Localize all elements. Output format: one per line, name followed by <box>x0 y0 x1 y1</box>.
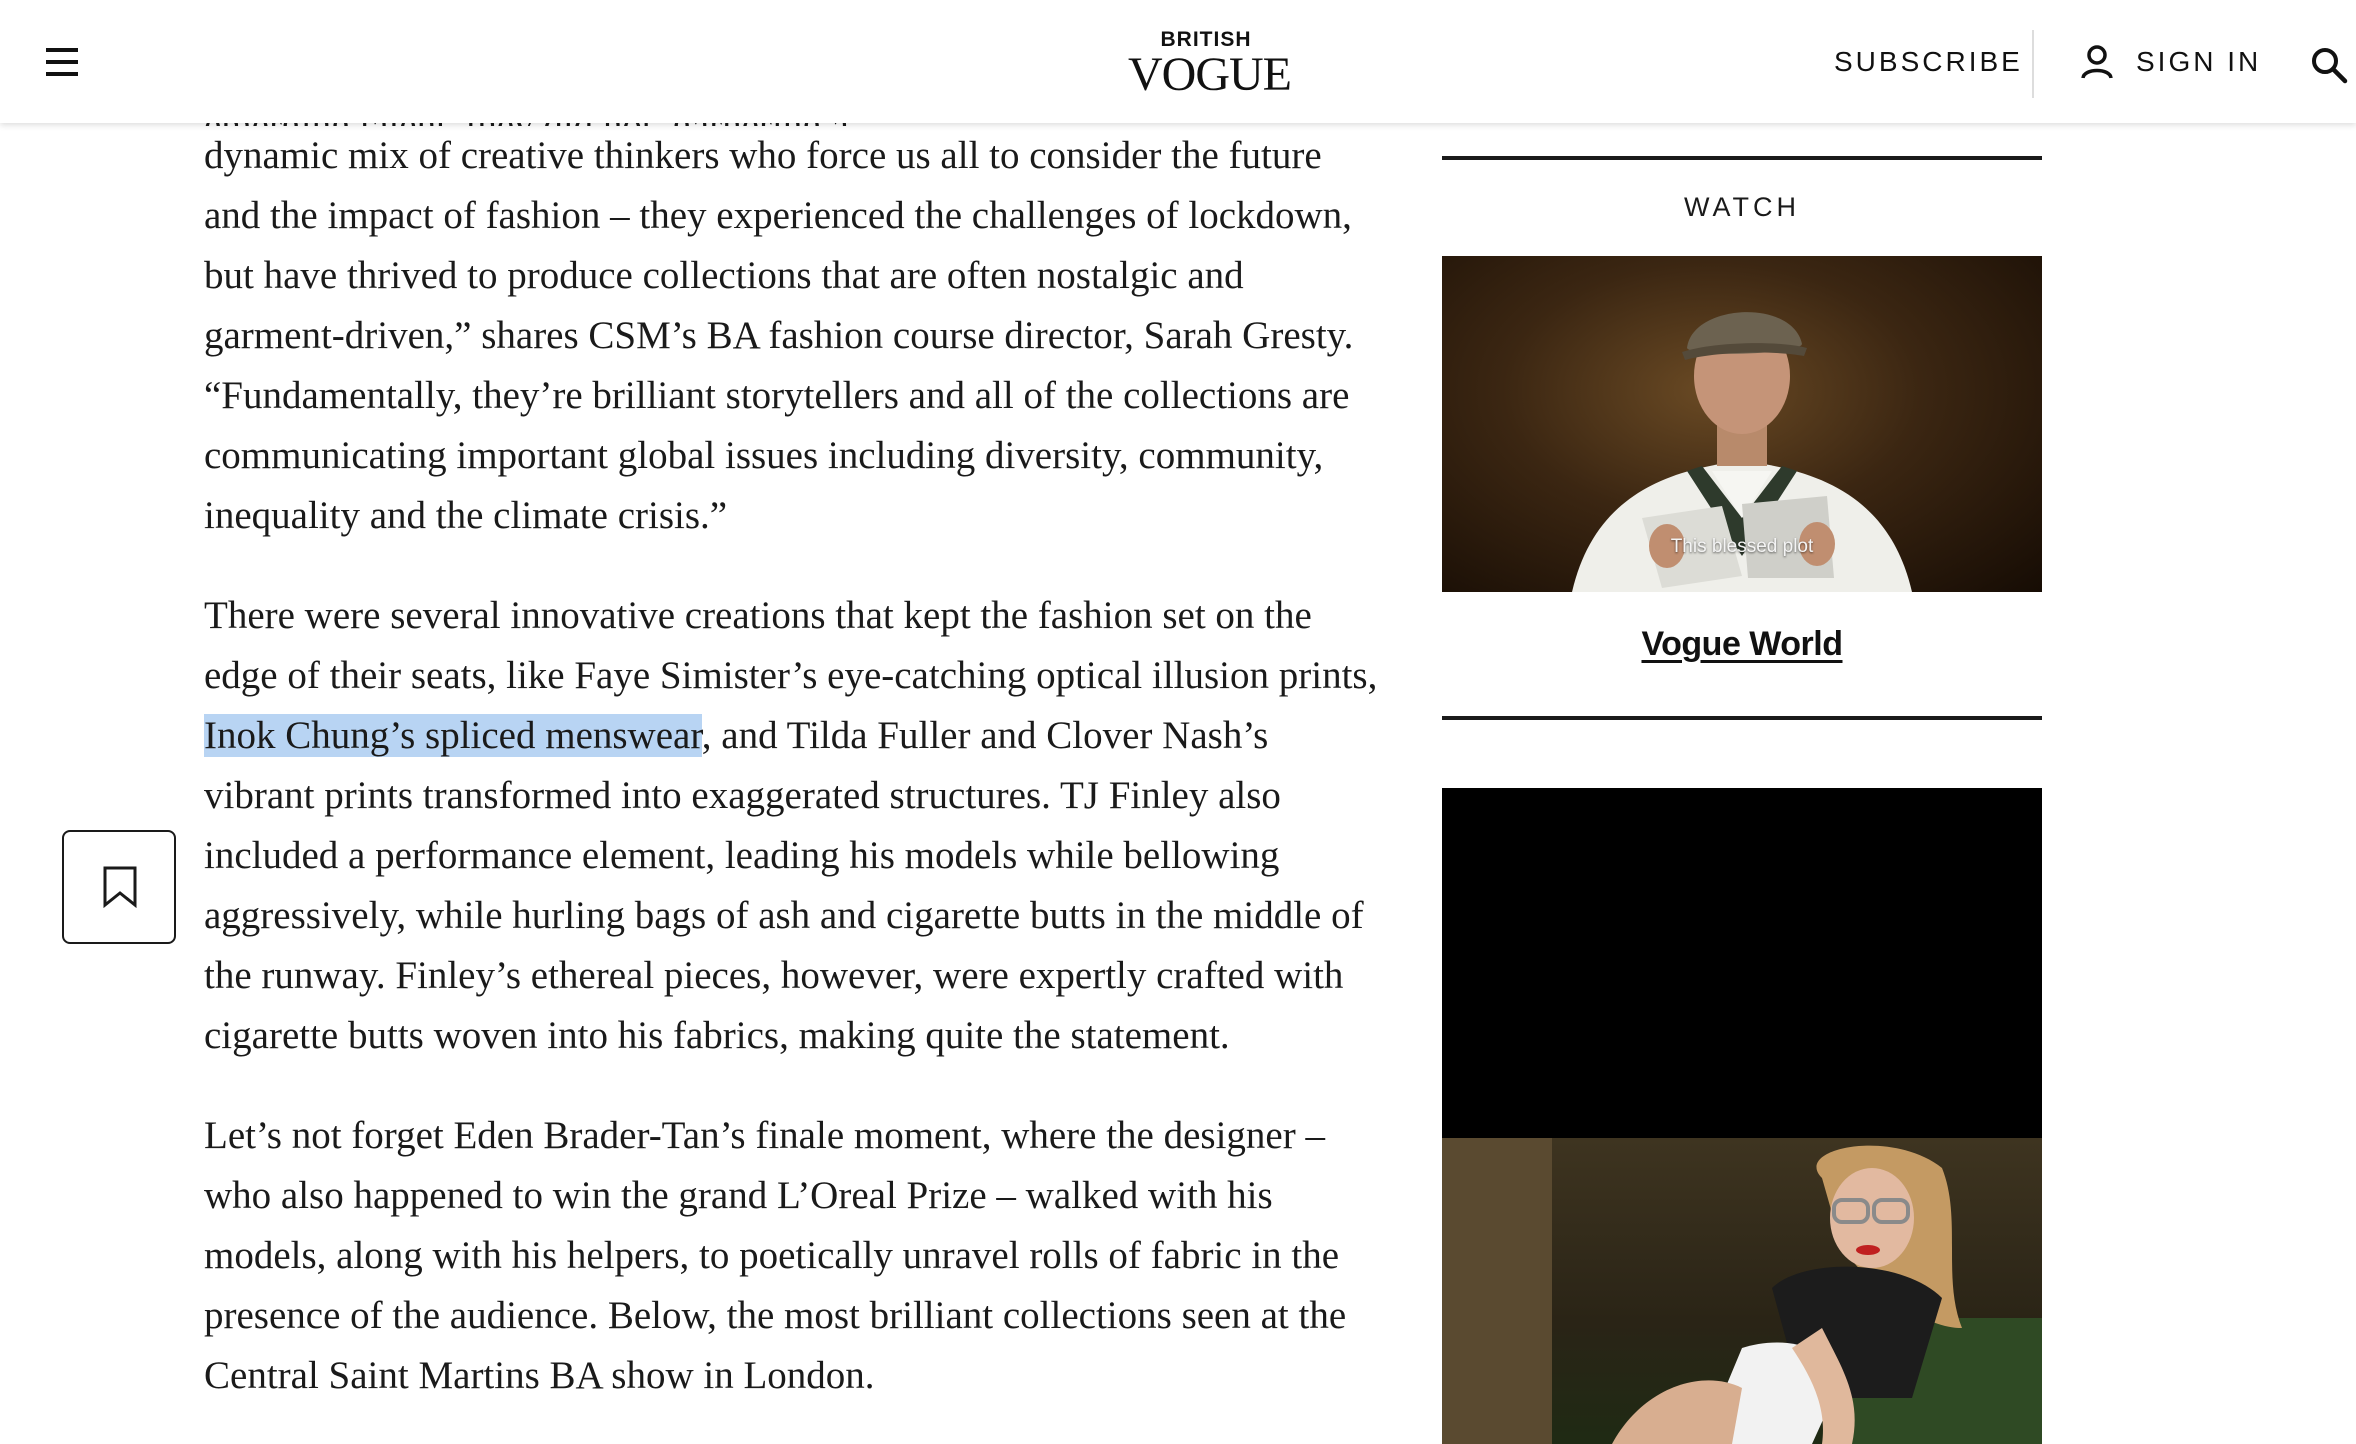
article-paragraph-2-rest: , and Tilda Fuller and Clover Nash’s vib… <box>204 714 1364 1057</box>
save-bookmark-button[interactable] <box>62 830 176 944</box>
brand-logo[interactable]: BRITISH VOGUE <box>1128 28 1292 101</box>
article-paragraph-2: There were several innovative creations … <box>204 586 1384 1066</box>
sidebar-bottom-rule <box>1442 716 2042 720</box>
user-icon <box>2081 45 2113 79</box>
sign-in-label: SIGN IN <box>2136 46 2262 77</box>
brand-name: VOGUE <box>1128 48 1292 101</box>
watch-label: WATCH <box>1684 192 1800 222</box>
inok-chung-link[interactable]: Inok Chung’s spliced menswear <box>204 714 702 757</box>
sidebar-top-rule <box>1442 156 2042 160</box>
article-paragraph-3: Let’s not forget Eden Brader-Tan’s final… <box>204 1106 1384 1406</box>
video-thumbnail[interactable]: This blessed plot <box>1442 256 2042 592</box>
article-paragraph-1: emerging talent, they did not, garnering… <box>204 96 1384 546</box>
sidebar: WATCH This blessed plot Vogue World <box>1442 156 2042 720</box>
ad-image[interactable] <box>1442 1138 2042 1444</box>
sign-in-button[interactable]: SIGN IN <box>2080 44 2261 80</box>
advertisement <box>1442 788 2042 1444</box>
article-paragraph-3-text: Let’s not forget Eden Brader-Tan’s final… <box>204 1114 1347 1397</box>
menu-icon[interactable] <box>46 48 78 76</box>
subscribe-link[interactable]: SUBSCRIBE <box>1834 44 2023 80</box>
bookmark-icon <box>103 866 137 908</box>
header-divider <box>2032 30 2034 98</box>
article-body: emerging talent, they did not, garnering… <box>204 96 1384 1444</box>
article-paragraph-2-lead: There were several innovative creations … <box>204 594 1378 697</box>
video-caption: This blessed plot <box>1670 536 1814 557</box>
vogue-world-link[interactable]: Vogue World <box>1442 622 2042 666</box>
article-paragraph-1-text: dynamic mix of creative thinkers who for… <box>204 134 1354 537</box>
site-header: BRITISH VOGUE SUBSCRIBE SIGN IN <box>0 0 2356 123</box>
search-icon[interactable] <box>2310 46 2348 84</box>
ad-photo <box>1442 1138 2042 1444</box>
